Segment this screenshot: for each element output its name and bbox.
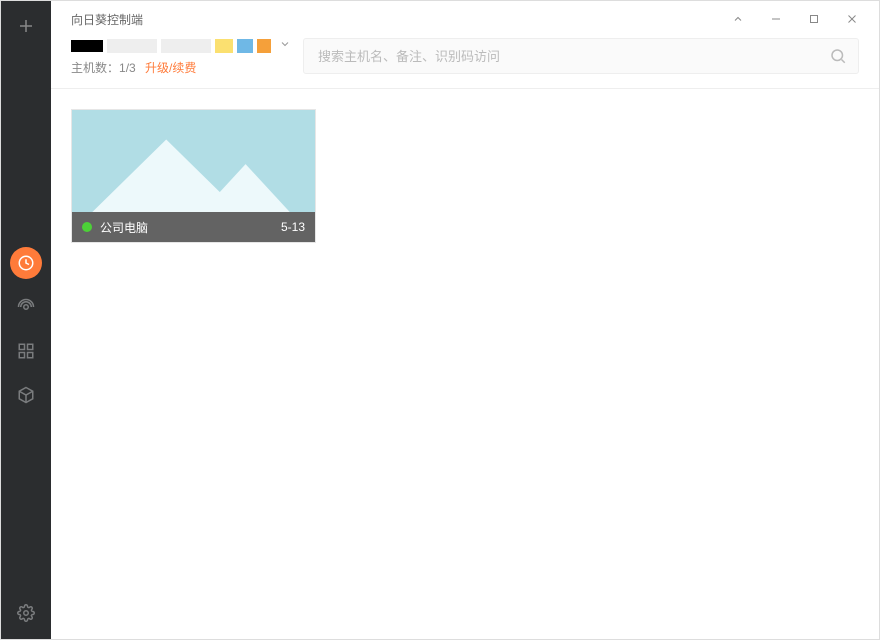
search-input[interactable] (303, 38, 859, 74)
sidebar-item-hosts[interactable] (10, 247, 42, 279)
sidebar-item-settings[interactable] (10, 597, 42, 629)
account-name-redacted (71, 40, 103, 52)
close-button[interactable] (845, 12, 859, 26)
host-date: 5-13 (281, 220, 305, 234)
grid-icon (17, 342, 35, 360)
clock-icon (17, 254, 35, 272)
sidebar-item-discover[interactable] (10, 291, 42, 323)
broadcast-icon (17, 298, 35, 316)
host-count-label: 主机数： (71, 61, 119, 75)
search-wrap (303, 38, 859, 74)
sidebar-item-apps[interactable] (10, 335, 42, 367)
host-card-footer: 公司电脑 5-13 (72, 212, 315, 242)
account-name-redacted (107, 39, 157, 53)
add-button[interactable] (1, 1, 51, 51)
status-online-dot (82, 222, 92, 232)
window-controls (731, 12, 859, 26)
sidebar (1, 1, 51, 639)
host-card[interactable]: 公司电脑 5-13 (71, 109, 316, 243)
content-area: 公司电脑 5-13 (51, 89, 879, 639)
host-count: 主机数：1/3 升级/续费 (71, 59, 291, 76)
maximize-button[interactable] (807, 12, 821, 26)
maximize-icon (808, 13, 820, 25)
gear-icon (17, 604, 35, 622)
account-name-redacted (161, 39, 211, 53)
search-icon[interactable] (829, 47, 847, 65)
account-name-redacted (215, 39, 233, 53)
account-name-redacted (257, 39, 271, 53)
main-area: 向日葵控制端 (51, 1, 879, 639)
minimize-button[interactable] (769, 12, 783, 26)
minimize-icon (770, 13, 782, 25)
host-name: 公司电脑 (100, 219, 148, 236)
account-selector[interactable] (71, 37, 291, 55)
cube-icon (17, 386, 35, 404)
sidebar-item-box[interactable] (10, 379, 42, 411)
titlebar: 向日葵控制端 (71, 1, 859, 31)
collapse-button[interactable] (731, 12, 745, 26)
upgrade-link[interactable]: 升级/续费 (145, 61, 196, 75)
host-count-value: 1/3 (119, 61, 136, 75)
app-title: 向日葵控制端 (71, 11, 143, 28)
header: 向日葵控制端 (51, 1, 879, 89)
chevron-down-icon (279, 37, 291, 55)
account-block: 主机数：1/3 升级/续费 (71, 37, 291, 76)
chevron-up-icon (732, 13, 744, 25)
account-name-redacted (237, 39, 253, 53)
plus-icon (17, 17, 35, 35)
close-icon (846, 13, 858, 25)
